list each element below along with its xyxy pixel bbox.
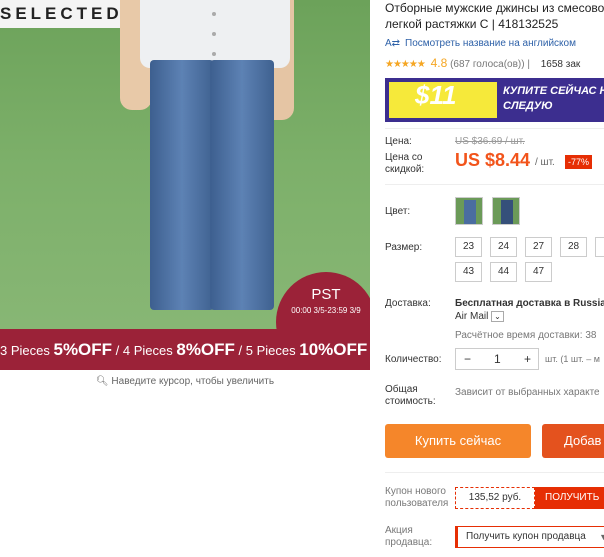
total-label: Общая стоимость: bbox=[385, 384, 436, 408]
add-to-cart-button[interactable]: Добав bbox=[542, 424, 604, 458]
color-label: Цвет: bbox=[385, 206, 411, 217]
discount-price-label: Цена со скидкой: bbox=[385, 152, 425, 175]
promo-discount-3: 10%OFF bbox=[299, 340, 368, 359]
shipping-label: Доставка: bbox=[385, 298, 431, 309]
shipping-value: Бесплатная доставка в Russia Air Mail ⌄ bbox=[455, 297, 604, 323]
buy-now-button[interactable]: Купить сейчас bbox=[385, 424, 531, 458]
shipping-service: Air Mail bbox=[455, 311, 489, 322]
size-label: Размер: bbox=[385, 242, 423, 253]
product-title-line-2: легкой растяжки C | 418132525 bbox=[385, 17, 559, 31]
coupon-label-line-1: Купон нового bbox=[385, 486, 446, 497]
seller-label-line-2: продавца: bbox=[385, 537, 433, 548]
shirt-button bbox=[212, 52, 216, 56]
total-value: Зависит от выбранных характе bbox=[455, 387, 600, 398]
shipping-method: Бесплатная доставка в Russia bbox=[455, 298, 604, 309]
price-label: Цена: bbox=[385, 136, 412, 147]
total-label-line-1: Общая bbox=[385, 384, 418, 395]
promo-discount-2: 8%OFF bbox=[176, 340, 235, 359]
translate-icon: A⇄ bbox=[385, 38, 401, 49]
jeans-right-leg bbox=[210, 60, 274, 310]
promo-part-1: 3 Pieces bbox=[0, 343, 54, 358]
size-option[interactable]: 28 bbox=[560, 237, 587, 257]
discount-badge: -77% bbox=[565, 155, 593, 169]
color-swatch-2[interactable] bbox=[492, 197, 520, 225]
translate-link-text: Посмотреть название на английском bbox=[405, 38, 576, 49]
search-icon: 🔍︎ bbox=[95, 376, 109, 387]
total-label-line-2: стоимость: bbox=[385, 396, 436, 407]
product-title-line-1: Отборные мужские джинсы из смесово bbox=[385, 1, 604, 15]
separator: | bbox=[527, 59, 530, 70]
price-unit: / шт. bbox=[535, 157, 555, 168]
product-info-panel: Отборные мужские джинсы из смесово легко… bbox=[385, 0, 604, 557]
translate-title-link[interactable]: A⇄ Посмотреть название на английском bbox=[385, 38, 576, 49]
size-option[interactable]: 44 bbox=[490, 262, 517, 282]
zoom-hint-text: Наведите курсор, чтобы увеличить bbox=[111, 376, 275, 387]
pst-title: PST bbox=[311, 286, 341, 303]
rating-row: ★★★★★ 4.8 (687 голоса(ов)) | 1658 зак bbox=[385, 56, 580, 70]
delivery-time: Расчётное время доставки: 38 bbox=[455, 330, 597, 341]
size-option-more[interactable] bbox=[595, 237, 604, 257]
banner-text: КУПИТЕ СЕЙЧАС НА СЛЕДУЮ bbox=[503, 85, 604, 112]
swatch-jeans-image bbox=[464, 200, 476, 224]
old-price: US $36.69 / шт. bbox=[455, 136, 525, 147]
seller-coupon-select-value: Получить купон продавца bbox=[466, 531, 586, 542]
coupon-amount: 135,52 руб. bbox=[455, 487, 535, 509]
quantity-label: Количество: bbox=[385, 354, 442, 365]
size-option[interactable]: 23 bbox=[455, 237, 482, 257]
promo-part-3: / 5 Pieces bbox=[234, 343, 300, 358]
product-page: SELECTED PST 00:00 3/5-23:59 3/9 3 Piece… bbox=[0, 0, 604, 557]
color-swatch-1[interactable] bbox=[455, 197, 483, 225]
quantity-minus-button[interactable]: − bbox=[464, 352, 471, 366]
promo-discount-1: 5%OFF bbox=[53, 340, 113, 359]
get-coupon-button[interactable]: ПОЛУЧИТЬ bbox=[535, 487, 604, 509]
orders-count: 1658 зак bbox=[540, 59, 581, 70]
shipping-service-select[interactable]: Air Mail ⌄ bbox=[455, 310, 604, 323]
volume-discount-banner: 3 Pieces 5%OFF / 4 Pieces 8%OFF / 5 Piec… bbox=[0, 329, 370, 370]
product-main-image[interactable]: SELECTED PST 00:00 3/5-23:59 3/9 3 Piece… bbox=[0, 0, 370, 370]
star-rating-icon: ★★★★★ bbox=[385, 59, 426, 70]
promo-banner[interactable]: $11 КУПИТЕ СЕЙЧАС НА СЛЕДУЮ bbox=[385, 78, 604, 122]
quantity-stepper: − 1 + bbox=[455, 348, 539, 370]
chevron-down-icon: ⌄ bbox=[491, 311, 504, 322]
jeans-left-leg bbox=[150, 60, 214, 310]
seller-coupon-select[interactable]: Получить купон продавца ▼ bbox=[455, 526, 604, 548]
caret-down-icon: ▼ bbox=[599, 532, 604, 542]
size-option[interactable]: 24 bbox=[490, 237, 517, 257]
size-option[interactable]: 47 bbox=[525, 262, 552, 282]
swatch-jeans-image bbox=[501, 200, 513, 224]
quantity-unit: шт. (1 шт. – м bbox=[545, 354, 600, 364]
divider bbox=[385, 472, 604, 473]
banner-amount: $11 bbox=[415, 80, 457, 110]
model-jeans bbox=[146, 60, 280, 370]
quantity-input[interactable]: 1 bbox=[494, 352, 501, 366]
divider bbox=[385, 184, 604, 185]
quantity-plus-button[interactable]: + bbox=[524, 352, 531, 366]
promo-part-2: / 4 Pieces bbox=[112, 343, 177, 358]
size-option[interactable]: 43 bbox=[455, 262, 482, 282]
shirt-button bbox=[212, 32, 216, 36]
brand-logo: SELECTED bbox=[0, 4, 123, 23]
new-user-coupon-label: Купон нового пользователя bbox=[385, 486, 448, 510]
pst-dates: 00:00 3/5-23:59 3/9 bbox=[291, 306, 361, 315]
coupon-label-line-2: пользователя bbox=[385, 498, 449, 509]
votes-link[interactable]: (687 голоса(ов)) bbox=[450, 59, 525, 70]
rating-value: 4.8 bbox=[430, 56, 448, 70]
zoom-hint: 🔍︎ Наведите курсор, чтобы увеличить bbox=[0, 376, 370, 387]
model-shirt bbox=[140, 0, 290, 68]
size-option[interactable]: 27 bbox=[525, 237, 552, 257]
shirt-button bbox=[212, 12, 216, 16]
product-title: Отборные мужские джинсы из смесово легко… bbox=[385, 0, 604, 32]
seller-promo-label: Акция продавца: bbox=[385, 525, 432, 549]
seller-label-line-1: Акция bbox=[385, 525, 413, 536]
divider bbox=[385, 128, 604, 129]
discount-price: US $8.44 bbox=[455, 150, 531, 170]
